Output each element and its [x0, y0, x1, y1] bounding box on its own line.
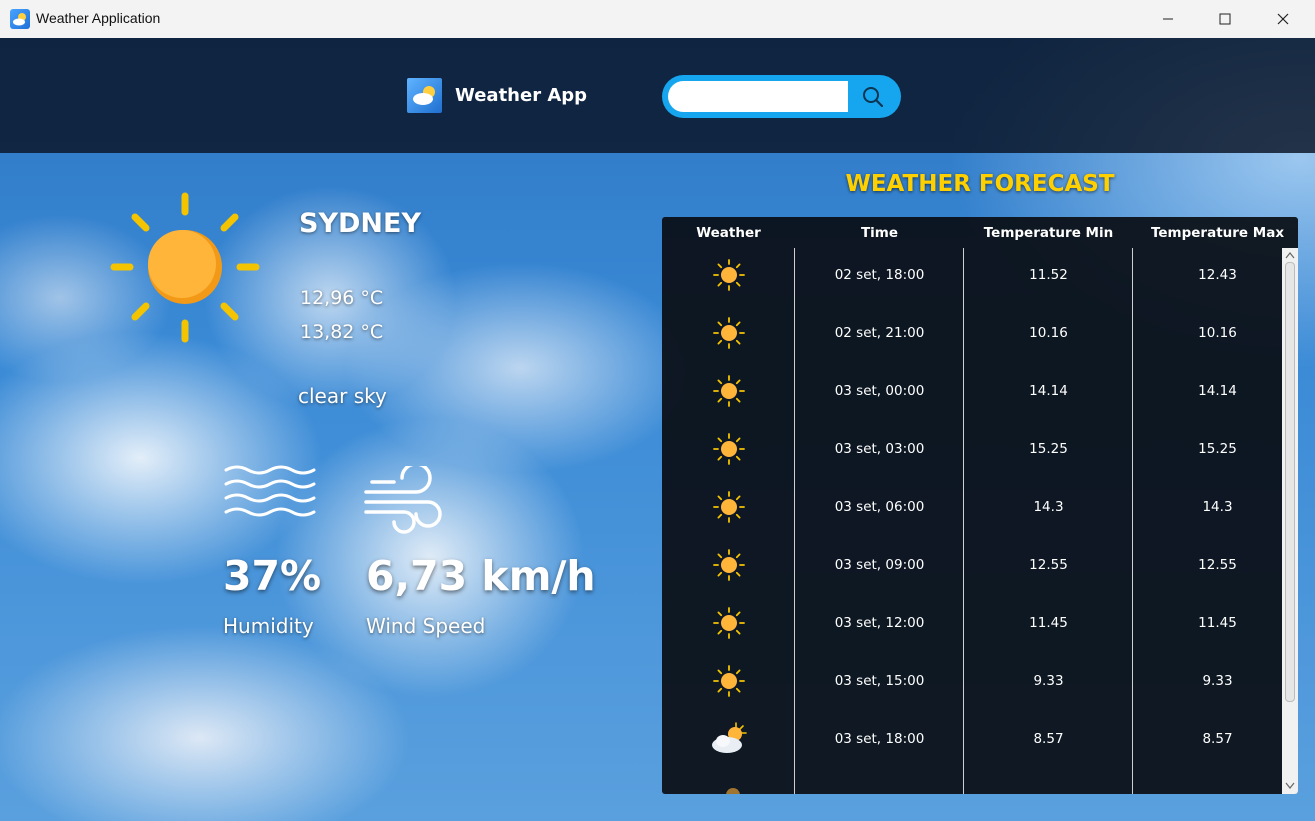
- search-bar: [662, 75, 901, 118]
- column-header-time[interactable]: Time: [795, 225, 964, 241]
- weather-description: clear sky: [298, 384, 387, 408]
- search-button[interactable]: [850, 79, 896, 114]
- forecast-title: WEATHER FORECAST: [845, 171, 1115, 197]
- weather-cell: [662, 304, 795, 362]
- search-icon: [863, 86, 884, 107]
- temp-min-cell: 12.55: [1029, 557, 1068, 573]
- time-cell: 02 set, 21:00: [834, 325, 925, 341]
- time-cell: 03 set, 12:00: [834, 615, 925, 631]
- temp-min-cell: 14.3: [1033, 499, 1064, 515]
- temp-min-cell: 9.33: [1033, 673, 1064, 689]
- temp-max-cell: 12.43: [1198, 267, 1237, 283]
- table-row[interactable]: 03 set, 00:00 14.14 14.14: [662, 362, 1282, 420]
- app-brand-title: Weather App: [455, 85, 588, 106]
- weather-cell: [662, 478, 795, 536]
- close-button[interactable]: [1254, 0, 1312, 38]
- column-header-temp-max[interactable]: Temperature Max: [1133, 225, 1298, 241]
- sun-icon: [712, 317, 745, 349]
- cloud-sun-icon: [711, 722, 747, 753]
- forecast-scrollbar[interactable]: [1282, 248, 1298, 794]
- table-row[interactable]: 03 set, 12:00 11.45 11.45: [662, 594, 1282, 652]
- temp-max-cell: 14.14: [1198, 383, 1237, 399]
- temp-min-cell: 11.52: [1029, 267, 1068, 283]
- wind-label: Wind Speed: [366, 614, 486, 638]
- time-cell: 03 set, 18:00: [834, 731, 925, 747]
- time-cell: 03 set, 09:00: [834, 557, 925, 573]
- weather-cell: [662, 362, 795, 420]
- sun-icon: [712, 433, 745, 465]
- humidity-label: Humidity: [223, 614, 314, 638]
- scroll-down-icon[interactable]: [1285, 782, 1295, 790]
- temp-max-cell: 10.16: [1198, 325, 1237, 341]
- city-name: SYDNEY: [299, 208, 422, 239]
- temp-min-cell: 11.45: [1029, 615, 1068, 631]
- temp-max-cell: 12.55: [1198, 557, 1237, 573]
- temp-max: 13,82 °C: [300, 321, 384, 343]
- table-row[interactable]: 03 set, 18:00 8.57 8.57: [662, 710, 1282, 768]
- temp-min-cell: 10.16: [1029, 325, 1068, 341]
- temp-max-cell: 8.57: [1202, 731, 1233, 747]
- app-header: [0, 38, 1315, 153]
- table-row[interactable]: 03 set, 06:00 14.3 14.3: [662, 478, 1282, 536]
- table-row[interactable]: 02 set, 18:00 11.52 12.43: [662, 246, 1282, 304]
- wind-icon: [364, 466, 442, 534]
- table-row[interactable]: 03 set, 15:00 9.33 9.33: [662, 652, 1282, 710]
- weather-cell: [662, 536, 795, 594]
- table-row-partial: [662, 770, 1282, 794]
- temp-min-cell: 14.14: [1029, 383, 1068, 399]
- humidity-icon: [224, 465, 316, 517]
- sun-icon: [712, 259, 745, 291]
- weather-cell: [662, 710, 795, 768]
- weather-cell: [662, 420, 795, 478]
- sun-icon: [712, 491, 745, 523]
- column-header-weather[interactable]: Weather: [662, 225, 795, 241]
- scroll-up-icon[interactable]: [1285, 251, 1295, 259]
- sun-icon: [712, 665, 745, 697]
- table-row[interactable]: 03 set, 09:00 12.55 12.55: [662, 536, 1282, 594]
- time-cell: 03 set, 06:00: [834, 499, 925, 515]
- sun-icon: [712, 375, 745, 407]
- column-header-temp-min[interactable]: Temperature Min: [964, 225, 1133, 241]
- forecast-table-header: Weather Time Temperature Min Temperature…: [662, 217, 1298, 248]
- table-row[interactable]: 03 set, 03:00 15.25 15.25: [662, 420, 1282, 478]
- time-cell: 02 set, 18:00: [834, 267, 925, 283]
- temp-min: 12,96 °C: [300, 287, 384, 309]
- sun-icon: [712, 549, 745, 581]
- weather-cell: [662, 594, 795, 652]
- sun-icon: [110, 192, 260, 343]
- temp-max-cell: 14.3: [1202, 499, 1233, 515]
- minimize-button[interactable]: [1139, 0, 1197, 38]
- humidity-value: 37%: [223, 552, 322, 600]
- weather-cell: [662, 652, 795, 710]
- cloud-sun-icon: [725, 788, 740, 794]
- table-row[interactable]: 02 set, 21:00 10.16 10.16: [662, 304, 1282, 362]
- wind-value: 6,73 km/h: [366, 552, 596, 600]
- maximize-button[interactable]: [1196, 0, 1254, 38]
- temp-min-cell: 15.25: [1029, 441, 1068, 457]
- time-cell: 03 set, 00:00: [834, 383, 925, 399]
- title-bar: Weather Application: [0, 0, 1315, 39]
- window-title: Weather Application: [36, 10, 161, 26]
- time-cell: 03 set, 15:00: [834, 673, 925, 689]
- weather-cell: [662, 246, 795, 304]
- temp-min-cell: 8.57: [1033, 731, 1064, 747]
- scroll-thumb[interactable]: [1285, 262, 1295, 702]
- forecast-table: Weather Time Temperature Min Temperature…: [662, 217, 1298, 794]
- temp-max-cell: 15.25: [1198, 441, 1237, 457]
- temp-max-cell: 11.45: [1198, 615, 1237, 631]
- app-icon: [10, 9, 30, 29]
- temp-max-cell: 9.33: [1202, 673, 1233, 689]
- time-cell: 03 set, 03:00: [834, 441, 925, 457]
- app-logo-icon: [407, 78, 442, 113]
- search-input[interactable]: [668, 81, 848, 112]
- sun-icon: [712, 607, 745, 639]
